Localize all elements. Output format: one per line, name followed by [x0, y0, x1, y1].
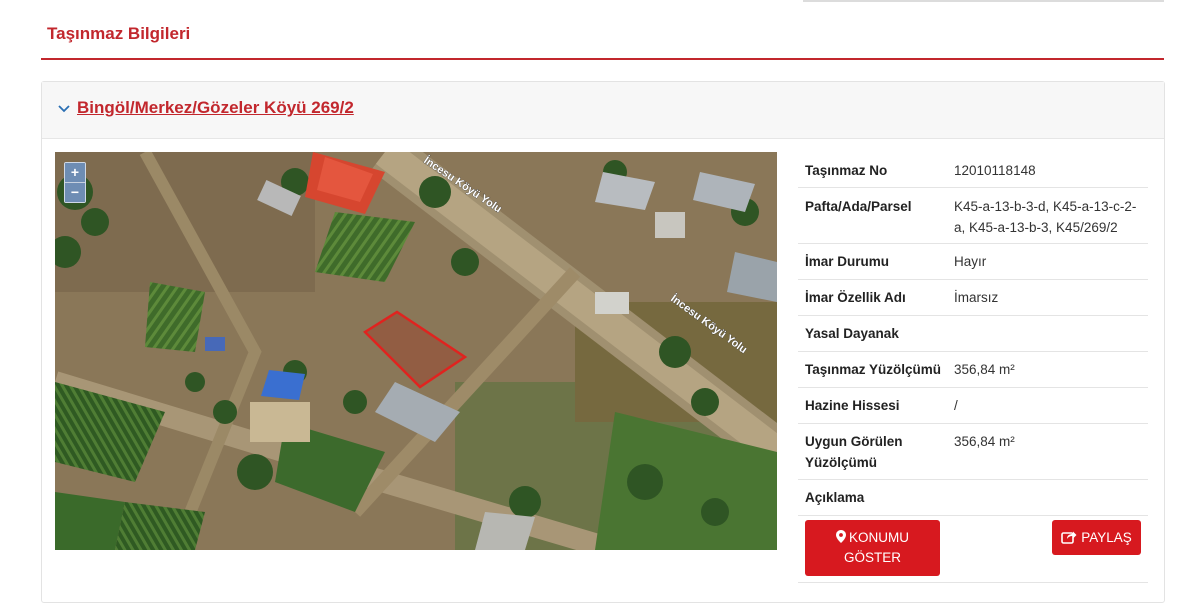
- row-label: Taşınmaz Yüzölçümü: [805, 362, 942, 377]
- zoom-in-button[interactable]: +: [65, 163, 85, 182]
- table-row: Taşınmaz No 12010118148: [798, 152, 1148, 188]
- row-value: 356,84 m²: [954, 362, 1015, 377]
- table-row: Yasal Dayanak: [798, 316, 1148, 352]
- share-button[interactable]: PAYLAŞ: [1052, 520, 1141, 555]
- show-location-button[interactable]: KONUMU GÖSTER: [805, 520, 940, 576]
- map-marker-icon: [836, 530, 846, 543]
- property-address-link[interactable]: Bingöl/Merkez/Gözeler Köyü 269/2: [77, 98, 354, 118]
- row-label: Açıklama: [805, 490, 865, 505]
- row-label: Hazine Hissesi: [805, 398, 900, 413]
- row-value: /: [954, 398, 958, 413]
- top-divider: [803, 0, 1164, 2]
- row-value: Hayır: [954, 254, 987, 269]
- table-row: İmar Özellik Adı İmarsız: [798, 280, 1148, 316]
- table-row: İmar Durumu Hayır: [798, 244, 1148, 280]
- satellite-map[interactable]: İncesu Köyü Yolu İncesu Köyü Yolu + −: [55, 152, 777, 550]
- row-label: İmar Durumu: [805, 254, 890, 269]
- table-row: Uygun Görülen Yüzölçümü 356,84 m²: [798, 424, 1148, 480]
- row-value: 12010118148: [954, 163, 1036, 178]
- table-row: Açıklama: [798, 480, 1148, 516]
- show-location-label-1: KONUMU: [849, 530, 909, 545]
- row-value: İmarsız: [954, 290, 999, 305]
- row-value: K45-a-13-b-3-d, K45-a-13-c-2-a, K45-a-13…: [954, 199, 1137, 235]
- row-label: Uygun Görülen Yüzölçümü: [805, 434, 903, 470]
- row-label: Pafta/Ada/Parsel: [805, 199, 912, 214]
- share-icon: [1061, 531, 1077, 544]
- row-value: 356,84 m²: [954, 434, 1015, 449]
- property-details-table: Taşınmaz No 12010118148 Pafta/Ada/Parsel…: [798, 152, 1148, 516]
- table-row: Hazine Hissesi /: [798, 388, 1148, 424]
- show-location-label-2: GÖSTER: [843, 550, 901, 565]
- share-label: PAYLAŞ: [1081, 530, 1132, 545]
- table-bottom-divider: [798, 582, 1148, 583]
- map-imagery: İncesu Köyü Yolu İncesu Köyü Yolu: [55, 152, 777, 550]
- map-zoom-control: + −: [64, 162, 86, 203]
- panel-header[interactable]: Bingöl/Merkez/Gözeler Köyü 269/2: [42, 82, 1164, 139]
- section-divider: [41, 58, 1164, 60]
- row-label: İmar Özellik Adı: [805, 290, 906, 305]
- table-row: Pafta/Ada/Parsel K45-a-13-b-3-d, K45-a-1…: [798, 188, 1148, 244]
- chevron-down-icon[interactable]: [57, 101, 71, 115]
- zoom-out-button[interactable]: −: [65, 182, 85, 202]
- section-title: Taşınmaz Bilgileri: [47, 24, 191, 43]
- table-row: Taşınmaz Yüzölçümü 356,84 m²: [798, 352, 1148, 388]
- row-label: Yasal Dayanak: [805, 326, 899, 341]
- row-label: Taşınmaz No: [805, 163, 888, 178]
